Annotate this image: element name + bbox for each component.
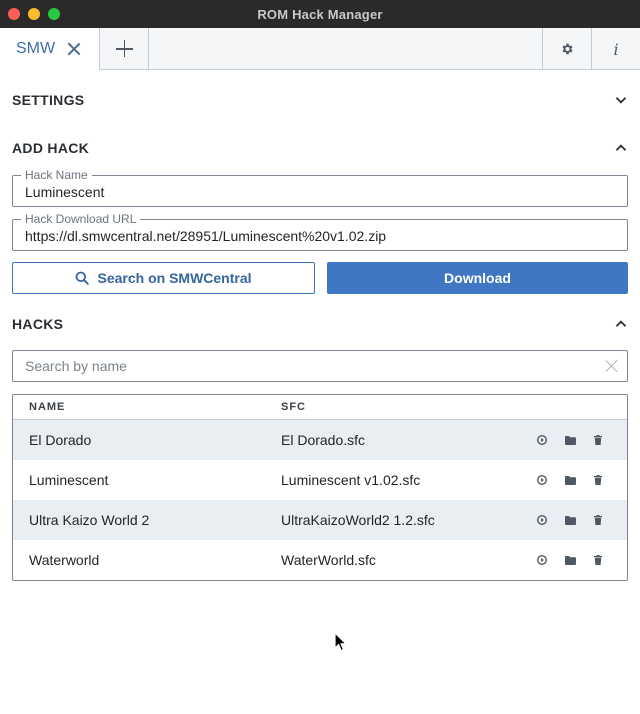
delete-button[interactable] xyxy=(591,433,605,447)
hack-download-url-field[interactable]: Hack Download URL https://dl.smwcentral.… xyxy=(12,212,628,251)
folder-icon xyxy=(564,475,576,485)
trash-icon xyxy=(594,475,602,485)
row-actions xyxy=(515,553,605,567)
window-controls xyxy=(8,8,60,20)
delete-button[interactable] xyxy=(591,553,605,567)
delete-button[interactable] xyxy=(591,473,605,487)
download-button[interactable]: Download xyxy=(327,262,628,294)
window-maximize-button[interactable] xyxy=(48,8,60,20)
row-name: El Dorado xyxy=(29,432,92,448)
play-icon xyxy=(537,475,547,485)
hacks-table: NAME SFC El Dorado El Dorado.sfc Lumines… xyxy=(12,394,628,581)
search-input[interactable] xyxy=(14,352,594,380)
settings-title: SETTINGS xyxy=(12,92,85,108)
play-icon xyxy=(537,555,547,565)
gear-icon xyxy=(562,43,573,55)
table-header: NAME SFC xyxy=(13,395,627,420)
window-minimize-button[interactable] xyxy=(28,8,40,20)
delete-button[interactable] xyxy=(591,513,605,527)
table-row[interactable]: Waterworld WaterWorld.sfc xyxy=(13,540,627,580)
folder-icon xyxy=(564,515,576,525)
window-titlebar: ROM Hack Manager xyxy=(0,0,640,28)
hack-name-value[interactable]: Luminescent xyxy=(25,184,104,200)
hacks-section-header[interactable]: HACKS xyxy=(12,314,628,334)
trash-icon xyxy=(594,515,602,525)
play-button[interactable] xyxy=(535,433,549,447)
settings-button[interactable] xyxy=(542,28,591,70)
row-sfc: El Dorado.sfc xyxy=(281,432,366,448)
info-icon: i xyxy=(613,39,619,59)
search-icon xyxy=(76,271,90,285)
row-actions xyxy=(515,513,605,527)
play-button[interactable] xyxy=(535,473,549,487)
close-icon[interactable] xyxy=(67,42,81,56)
hack-name-label: Hack Name xyxy=(21,168,92,182)
row-name: Luminescent xyxy=(29,472,109,488)
play-icon xyxy=(537,515,547,525)
column-header-sfc[interactable]: SFC xyxy=(265,401,515,413)
chevron-down-icon xyxy=(615,97,627,104)
open-folder-button[interactable] xyxy=(563,473,577,487)
table-row[interactable]: El Dorado El Dorado.sfc xyxy=(13,420,627,460)
trash-icon xyxy=(594,435,602,445)
row-sfc: WaterWorld.sfc xyxy=(281,552,376,568)
trash-icon xyxy=(594,555,602,565)
add-hack-title: ADD HACK xyxy=(12,140,90,156)
table-row[interactable]: Ultra Kaizo World 2 UltraKaizoWorld2 1.2… xyxy=(13,500,627,540)
tab-bar-spacer xyxy=(149,28,542,69)
window-close-button[interactable] xyxy=(8,8,20,20)
hack-download-url-label: Hack Download URL xyxy=(21,212,141,226)
column-header-name[interactable]: NAME xyxy=(13,401,265,413)
open-folder-button[interactable] xyxy=(563,513,577,527)
settings-section-header[interactable]: SETTINGS xyxy=(12,90,628,110)
row-actions xyxy=(515,433,605,447)
add-hack-section-header[interactable]: ADD HACK xyxy=(12,138,628,158)
folder-icon xyxy=(564,435,576,445)
hack-name-field[interactable]: Hack Name Luminescent xyxy=(12,168,628,207)
hacks-title: HACKS xyxy=(12,316,64,332)
open-folder-button[interactable] xyxy=(563,433,577,447)
tab-bar: SMW i xyxy=(0,28,640,71)
play-button[interactable] xyxy=(535,553,549,567)
row-actions xyxy=(515,473,605,487)
info-button[interactable]: i xyxy=(591,28,640,70)
play-icon xyxy=(537,435,547,445)
clear-search-icon[interactable] xyxy=(605,359,619,373)
download-label: Download xyxy=(444,270,511,286)
open-folder-button[interactable] xyxy=(563,553,577,567)
window-title: ROM Hack Manager xyxy=(257,6,383,22)
plus-icon[interactable] xyxy=(100,28,149,70)
row-sfc: UltraKaizoWorld2 1.2.sfc xyxy=(281,512,435,528)
chevron-up-icon xyxy=(615,320,627,327)
row-name: Ultra Kaizo World 2 xyxy=(29,512,150,528)
tab-smw[interactable]: SMW xyxy=(0,28,100,71)
tab-label: SMW xyxy=(16,40,56,57)
hack-search-box xyxy=(12,350,628,382)
search-smwcentral-label: Search on SMWCentral xyxy=(97,270,252,286)
row-sfc: Luminescent v1.02.sfc xyxy=(281,472,421,488)
chevron-up-icon xyxy=(615,144,627,151)
folder-icon xyxy=(564,555,576,565)
play-button[interactable] xyxy=(535,513,549,527)
search-smwcentral-button[interactable]: Search on SMWCentral xyxy=(12,262,315,294)
table-row[interactable]: Luminescent Luminescent v1.02.sfc xyxy=(13,460,627,500)
row-name: Waterworld xyxy=(29,552,100,568)
hack-download-url-value[interactable]: https://dl.smwcentral.net/28951/Luminesc… xyxy=(25,228,386,244)
mouse-cursor-icon xyxy=(334,632,347,652)
